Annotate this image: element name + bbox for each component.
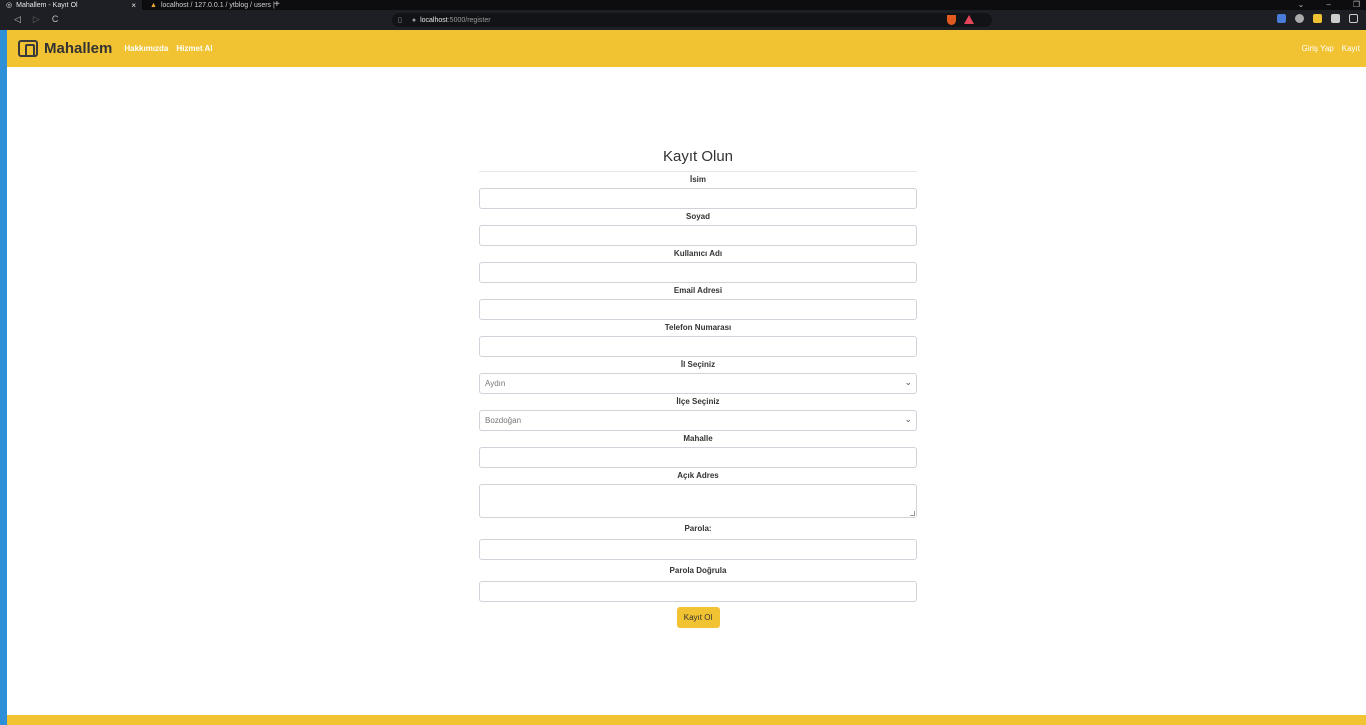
label-soyad: Soyad — [685, 212, 710, 221]
reload-icon[interactable]: C — [52, 14, 59, 25]
register-submit-button[interactable]: Kayıt Ol — [676, 607, 720, 628]
label-ilce: İlçe Seçiniz — [676, 397, 720, 406]
new-tab-button[interactable]: + — [274, 0, 280, 10]
globe-icon: ◎ — [6, 2, 13, 9]
input-soyad[interactable] — [479, 225, 917, 246]
nav-buttons: ◁ ▷ C — [14, 14, 58, 25]
bookmark-icon[interactable]: ▯ — [398, 16, 402, 24]
translate-extension-icon[interactable] — [1277, 14, 1286, 23]
label-mahalle: Mahalle — [683, 434, 713, 443]
label-parola-dogrula: Parola Doğrula — [669, 566, 727, 575]
brave-shield-icon[interactable] — [947, 15, 956, 25]
nav-right: Giriş Yap Kayıt — [1302, 44, 1360, 53]
minimize-button[interactable]: – — [1326, 0, 1330, 9]
url-path: :5000/register — [447, 16, 491, 24]
sidebar-icon[interactable] — [1349, 14, 1358, 23]
pen-extension-icon[interactable] — [1313, 14, 1322, 23]
nav-link-login[interactable]: Giriş Yap — [1302, 44, 1334, 53]
select-ilce[interactable]: Bozdoğan — [479, 410, 917, 431]
tab-active[interactable]: ◎ Mahallem - Kayıt Ol × — [0, 0, 142, 10]
input-isim[interactable] — [479, 188, 917, 209]
label-telefon: Telefon Numarası — [664, 323, 732, 332]
input-parola[interactable] — [479, 539, 917, 560]
label-email: Email Adresi — [673, 286, 723, 295]
brave-rewards-icon[interactable] — [964, 15, 974, 24]
label-kullanici-adi: Kullanıcı Adı — [673, 249, 723, 258]
nav-link-hizmet-al[interactable]: Hizmet Al — [176, 44, 212, 53]
select-il[interactable]: Aydın — [479, 373, 917, 394]
window-frame-border — [0, 30, 7, 725]
tab-second[interactable]: ▲ localhost / 127.0.0.1 / ytblog / users… — [144, 0, 275, 10]
browser-tabstrip: ◎ Mahallem - Kayıt Ol × ▲ localhost / 12… — [0, 0, 1366, 10]
brand[interactable]: Mahallem — [18, 40, 112, 57]
input-kullanici-adi[interactable] — [479, 262, 917, 283]
label-isim: İsim — [689, 175, 706, 184]
tab-title: Mahallem - Kayıt Ol — [16, 1, 78, 9]
app-footer — [7, 715, 1366, 725]
tab-search-icon[interactable]: ⌄ — [1298, 0, 1305, 9]
input-email[interactable] — [479, 299, 917, 320]
nav-link-hakkimizda[interactable]: Hakkımızda — [124, 44, 168, 53]
extension-icon[interactable] — [1295, 14, 1304, 23]
brand-name: Mahallem — [44, 40, 113, 57]
extension-icons — [1277, 14, 1358, 23]
close-icon[interactable]: × — [131, 1, 136, 10]
back-icon[interactable]: ◁ — [14, 14, 21, 25]
input-telefon[interactable] — [479, 336, 917, 357]
info-icon[interactable]: ● — [412, 17, 416, 24]
textarea-acik-adres[interactable] — [479, 484, 917, 518]
tab-title: localhost / 127.0.0.1 / ytblog / users | — [160, 1, 275, 9]
browser-toolbar: ◁ ▷ C ▯ ● localhost:5000/register — [0, 10, 1366, 30]
window-controls: ⌄ – ❐ — [1298, 0, 1360, 9]
map-logo-icon — [18, 40, 38, 57]
forward-icon[interactable]: ▷ — [33, 14, 40, 25]
register-form: Kayıt Olun İsim Soyad Kullanıcı Adı Emai… — [479, 146, 917, 628]
input-parola-dogrula[interactable] — [479, 581, 917, 602]
phpmyadmin-icon: ▲ — [150, 1, 157, 9]
form-title: Kayıt Olun — [479, 146, 917, 172]
address-bar[interactable]: ▯ ● localhost:5000/register — [392, 13, 992, 27]
app-navbar: Mahallem Hakkımızda Hizmet Al Giriş Yap … — [7, 30, 1366, 67]
label-il: İl Seçiniz — [680, 360, 716, 369]
restore-button[interactable]: ❐ — [1353, 0, 1360, 9]
submit-wrap: Kayıt Ol — [479, 607, 917, 628]
nav-link-register[interactable]: Kayıt — [1342, 44, 1360, 53]
input-mahalle[interactable] — [479, 447, 917, 468]
puzzle-icon[interactable] — [1331, 14, 1340, 23]
url-host: localhost — [420, 16, 448, 24]
label-acik-adres: Açık Adres — [677, 471, 719, 480]
label-parola: Parola: — [684, 524, 712, 533]
